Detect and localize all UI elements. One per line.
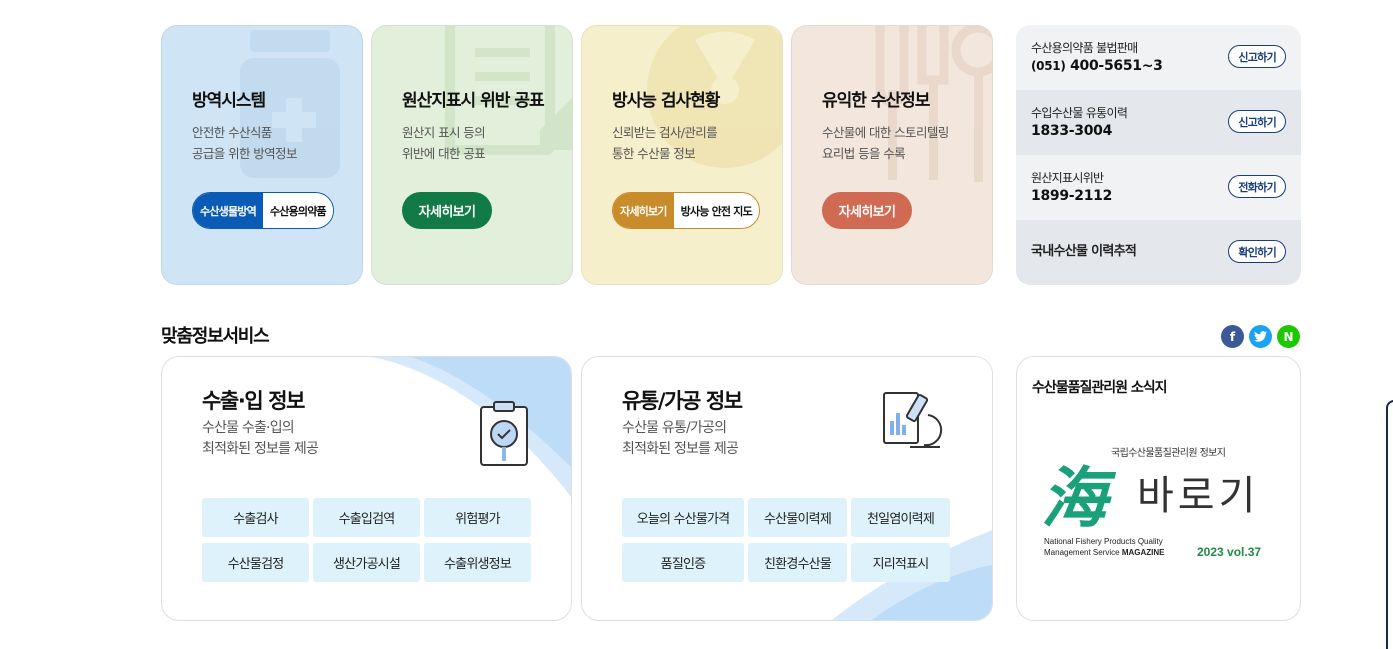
- desc-line: 위반에 대한 공표: [402, 146, 486, 161]
- radiation-check-card: 방사능 검사현황 신뢰받는 검사/관리를 통한 수산물 정보 자세히보기 방사능…: [581, 25, 783, 285]
- magazine-volume: 2023 vol.37: [1197, 545, 1262, 559]
- microscope-report-icon: [883, 392, 943, 448]
- sea-salt-trace-link[interactable]: 천일염이력제: [851, 498, 950, 537]
- origin-violation-card: 원산지표시 위반 공표 원산지 표시 등의 위반에 대한 공표 자세히보기: [371, 25, 573, 285]
- radiation-button-group: 자세히보기 방사능 안전 지도: [612, 192, 760, 229]
- magazine-logo-text: 바로기: [1137, 473, 1260, 519]
- contact-row: 수입수산물 유통이력 1833-3004 신고하기: [1016, 90, 1301, 155]
- useful-info-card: 유익한 수산정보 수산물에 대한 스토리텔링 요리법 등을 수록 자세히보기: [791, 25, 993, 285]
- service-title: 유통/가공 정보: [622, 389, 743, 413]
- facebook-icon[interactable]: f: [1221, 325, 1244, 348]
- call-button[interactable]: 전화하기: [1228, 175, 1286, 198]
- desc-line: 최적화된 정보를 제공: [622, 441, 739, 457]
- desc-line: 통한 수산물 정보: [612, 146, 696, 161]
- todays-price-link[interactable]: 오늘의 수산물가격: [622, 498, 744, 537]
- contact-row: 국내수산물 이력추적 확인하기: [1016, 220, 1301, 285]
- risk-assessment-link[interactable]: 위험평가: [424, 498, 531, 537]
- desc-line: 공급을 위한 방역정보: [192, 146, 297, 161]
- contact-row: 수산용의약품 불법판매 (051) 400-5651~3 신고하기: [1016, 25, 1301, 90]
- card-desc: 안전한 수산식품 공급을 위한 방역정보: [192, 122, 362, 164]
- desc-line: 요리법 등을 수록: [822, 146, 906, 161]
- magazine-english-name: National Fishery Products Quality Manage…: [1044, 536, 1165, 558]
- desc-line: 수산물 수출·입의: [202, 420, 295, 436]
- service-title: 수출·입 정보: [202, 389, 305, 413]
- quality-cert-link[interactable]: 품질인증: [622, 543, 744, 582]
- wave-decoration: [371, 357, 571, 497]
- report-button[interactable]: 신고하기: [1228, 45, 1286, 68]
- section-title: 맞춤정보서비스: [161, 326, 270, 347]
- desc-line: 수산물에 대한 스토리텔링: [822, 125, 949, 140]
- radiation-map-button[interactable]: 방사능 안전 지도: [673, 193, 759, 228]
- product-test-link[interactable]: 수산물검정: [202, 543, 309, 582]
- phone-number: 400-5651~3: [1070, 58, 1163, 74]
- geo-indication-link[interactable]: 지리적표시: [851, 543, 950, 582]
- traceability-link[interactable]: 수산물이력제: [748, 498, 847, 537]
- distribution-processing-card: 유통/가공 정보 수산물 유통/가공의 최적화된 정보를 제공 오늘의 수산물가…: [581, 356, 993, 621]
- more-button[interactable]: 자세히보기: [822, 192, 912, 229]
- twitter-bird-icon: [1254, 331, 1267, 342]
- desc-line: 최적화된 정보를 제공: [202, 441, 319, 457]
- twitter-icon[interactable]: [1249, 325, 1272, 348]
- export-import-links: 수출검사 수출입검역 위험평가 수산물검정 생산가공시설 수출위생정보: [202, 498, 531, 582]
- report-button[interactable]: 신고하기: [1228, 110, 1286, 133]
- card-title: 방역시스템: [192, 91, 266, 111]
- newsletter-card[interactable]: 수산물품질관리원 소식지 국립수산물품질관리원 정보지 海 바로기 Nation…: [1016, 356, 1301, 621]
- card-desc: 신뢰받는 검사/관리를 통한 수산물 정보: [612, 122, 782, 164]
- more-button[interactable]: 자세히보기: [402, 192, 492, 229]
- card-desc: 원산지 표시 등의 위반에 대한 공표: [402, 122, 572, 164]
- card-desc: 수산물에 대한 스토리텔링 요리법 등을 수록: [822, 122, 992, 164]
- desc-line: 신뢰받는 검사/관리를: [612, 125, 718, 140]
- aquatic-quarantine-button[interactable]: 수산생물방역: [193, 193, 263, 228]
- magazine-logo: 海 바로기: [1041, 449, 1291, 537]
- card-title: 유익한 수산정보: [822, 91, 930, 111]
- export-import-card: 수출·입 정보 수산물 수출·입의 최적화된 정보를 제공 수출검사 수출입검역…: [161, 356, 572, 621]
- eco-product-link[interactable]: 친환경수산물: [748, 543, 847, 582]
- magazine-logo-hanja: 海: [1041, 459, 1107, 537]
- floating-panel-edge: [1386, 400, 1393, 649]
- check-button[interactable]: 확인하기: [1228, 240, 1286, 263]
- distribution-links: 오늘의 수산물가격 수산물이력제 천일염이력제 품질인증 친환경수산물 지리적표…: [622, 498, 950, 582]
- contact-row: 원산지표시위반 1899-2112 전화하기: [1016, 155, 1301, 220]
- desc-line: 안전한 수산식품: [192, 125, 272, 140]
- service-desc: 수산물 유통/가공의 최적화된 정보를 제공: [622, 418, 739, 460]
- radiation-more-button[interactable]: 자세히보기: [613, 193, 674, 228]
- export-hygiene-link[interactable]: 수출위생정보: [424, 543, 531, 582]
- desc-line: 원산지 표시 등의: [402, 125, 486, 140]
- card-title: 방사능 검사현황: [612, 91, 720, 111]
- card-title: 원산지표시 위반 공표: [402, 91, 545, 111]
- export-inspection-link[interactable]: 수출검사: [202, 498, 309, 537]
- quarantine-link[interactable]: 수출입검역: [313, 498, 420, 537]
- quarantine-button-group: 수산생물방역 수산용의약품: [192, 192, 334, 229]
- report-contact-panel: 수산용의약품 불법판매 (051) 400-5651~3 신고하기 수입수산물 …: [1016, 25, 1301, 285]
- clipboard-check-icon: [480, 401, 528, 466]
- newsletter-title: 수산물품질관리원 소식지: [1032, 380, 1168, 396]
- mag-en-magazine: MAGAZINE: [1121, 548, 1165, 557]
- quarantine-system-card: 방역시스템 안전한 수산식품 공급을 위한 방역정보 수산생물방역 수산용의약품: [161, 25, 363, 285]
- desc-line: 수산물 유통/가공의: [622, 420, 727, 436]
- processing-facility-link[interactable]: 생산가공시설: [313, 543, 420, 582]
- mag-en-line: Management Service: [1044, 548, 1120, 557]
- phone-prefix: (051): [1031, 59, 1066, 73]
- aquatic-medicine-button[interactable]: 수산용의약품: [262, 193, 333, 228]
- mag-en-line: National Fishery Products Quality: [1044, 537, 1163, 546]
- service-desc: 수산물 수출·입의 최적화된 정보를 제공: [202, 418, 319, 460]
- naver-icon[interactable]: N: [1277, 325, 1300, 348]
